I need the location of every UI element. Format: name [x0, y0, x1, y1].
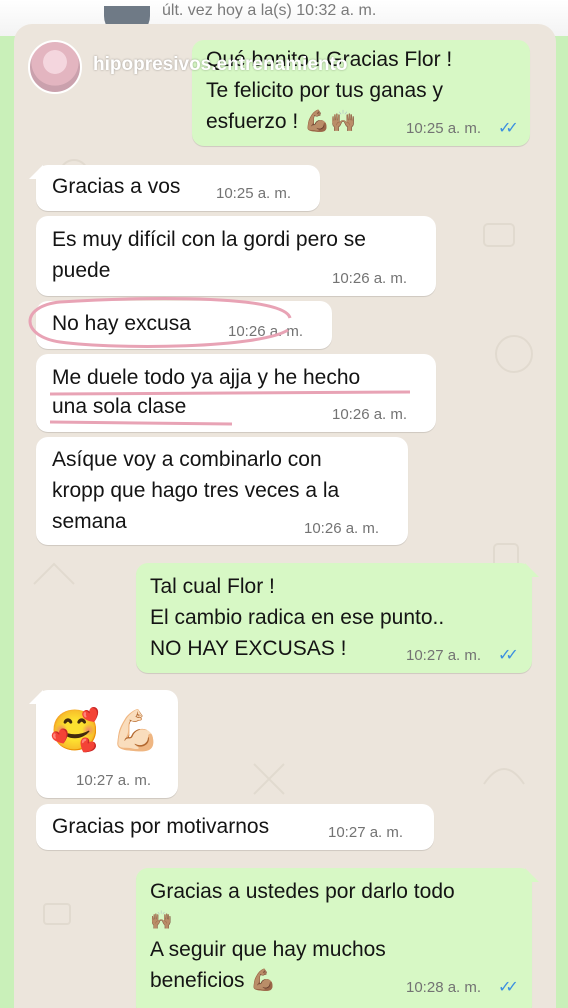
read-receipt-icon: ✓✓: [498, 647, 519, 664]
message-bubble-incoming[interactable]: No hay excusa 10:26 a. m.: [36, 301, 332, 349]
emoji-message: 🥰 💪🏻: [50, 709, 161, 753]
message-time: 10:28 a. m.: [406, 979, 482, 996]
read-receipt-icon: ✓✓: [498, 979, 519, 996]
message-time: 10:25 a. m.: [216, 185, 292, 202]
message-text: kropp que hago tres veces a la: [52, 479, 340, 502]
message-time: 10:26 a. m.: [228, 323, 304, 340]
message-time: 10:26 a. m.: [332, 270, 408, 287]
message-bubble-incoming[interactable]: Gracias a vos 10:25 a. m.: [29, 165, 320, 211]
message-text: Es muy difícil con la gordi pero se: [52, 228, 366, 251]
message-text: Tal cual Flor !: [150, 575, 275, 598]
message-text: Asíque voy a combinarlo con: [52, 448, 322, 471]
message-bubble-outgoing[interactable]: Gracias a ustedes por darlo todo 🙌🏽 A se…: [136, 868, 539, 1008]
message-bubble-incoming[interactable]: Es muy difícil con la gordi pero se pued…: [36, 216, 436, 296]
read-receipt-icon: ✓✓: [498, 120, 519, 137]
profile-name: hipopresivos.entrenamiento: [93, 54, 348, 75]
message-time: 10:26 a. m.: [304, 520, 380, 537]
message-text: Me duele todo ya ajja y he hecho: [52, 366, 361, 389]
message-text: Gracias a ustedes por darlo todo: [150, 880, 455, 903]
message-bubble-incoming[interactable]: 🥰 💪🏻 10:27 a. m.: [29, 690, 178, 798]
message-text: puede: [52, 259, 111, 282]
message-text: El cambio radica en ese punto..: [150, 606, 445, 629]
message-bubble-incoming[interactable]: Me duele todo ya ajja y he hecho una sol…: [36, 354, 436, 432]
message-bubble-incoming[interactable]: Asíque voy a combinarlo con kropp que ha…: [36, 437, 408, 545]
message-text: A seguir que hay muchos: [150, 938, 386, 961]
message-text: semana: [52, 510, 127, 533]
message-time: 10:27 a. m.: [76, 772, 152, 789]
message-text: No hay excusa: [52, 312, 191, 335]
message-bubble-outgoing[interactable]: Tal cual Flor ! El cambio radica en ese …: [136, 563, 539, 673]
message-bubble-incoming[interactable]: Gracias por motivarnos 10:27 a. m.: [36, 804, 434, 850]
message-text: Gracias por motivarnos: [52, 815, 270, 838]
profile-avatar[interactable]: [28, 40, 82, 94]
message-text: NO HAY EXCUSAS !: [150, 637, 347, 660]
last-seen-status: últ. vez hoy a la(s) 10:32 a. m.: [162, 2, 377, 19]
message-text: Gracias a vos: [52, 175, 181, 198]
message-text: una sola clase: [52, 395, 187, 418]
message-text: esfuerzo ! 💪🏽🙌🏽: [206, 110, 357, 133]
message-time: 10:26 a. m.: [332, 406, 408, 423]
message-text: 🙌🏽: [150, 910, 173, 930]
message-text: beneficios 💪🏽: [150, 969, 277, 992]
message-time: 10:27 a. m.: [328, 824, 404, 841]
message-time: 10:27 a. m.: [406, 647, 482, 664]
message-time: 10:25 a. m.: [406, 120, 482, 137]
message-text: Te felicito por tus ganas y: [206, 79, 443, 102]
